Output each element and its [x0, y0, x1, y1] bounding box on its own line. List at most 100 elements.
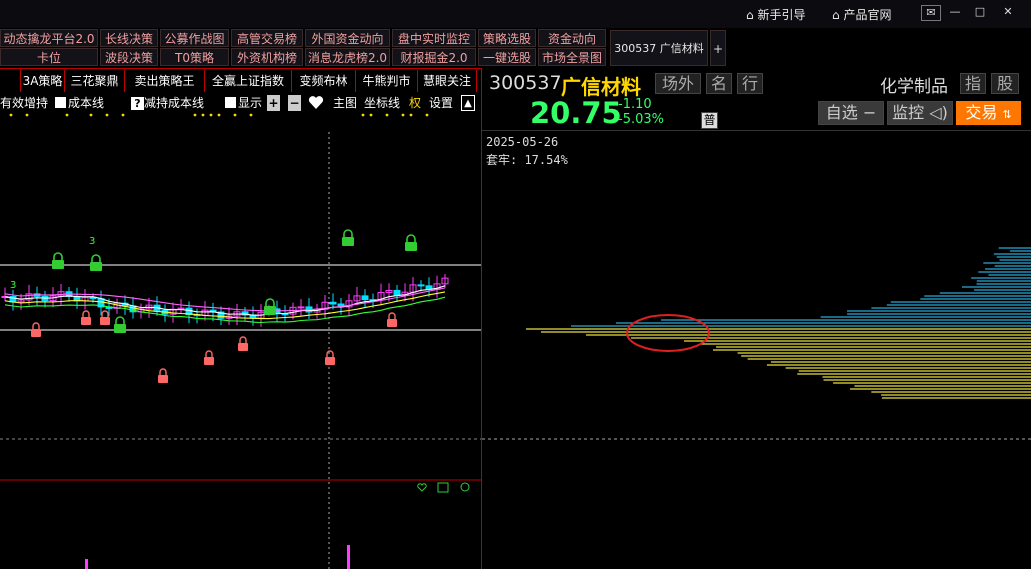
toolbar-button[interactable]: 卡位 — [0, 48, 98, 66]
candle — [298, 307, 304, 308]
newbie-guide-link[interactable]: ⌂ 新手引导 — [746, 6, 805, 23]
index-tag[interactable]: 指 — [960, 73, 986, 94]
reduce-cost-line-option[interactable]: ? 减持成本线 — [131, 95, 204, 111]
toolbar-button[interactable]: 资金动向 — [538, 29, 606, 47]
show-checkbox[interactable]: 显示 — [225, 95, 263, 111]
toolbar-button[interactable]: 高管交易榜 — [231, 29, 303, 47]
lock-icon — [325, 357, 335, 365]
speaker-icon: ◁) — [929, 103, 948, 122]
watchlist-button[interactable]: 自选 − — [818, 101, 884, 125]
maximize-button[interactable]: □ — [970, 5, 990, 21]
name-tag[interactable]: 名 — [706, 73, 732, 94]
main-chart-button[interactable]: 主图 — [333, 95, 357, 111]
zoom-out-button[interactable]: − — [288, 95, 301, 111]
strategy-tab[interactable]: 变频布林 — [292, 70, 356, 92]
toolbar-button[interactable]: 一键选股 — [478, 48, 536, 66]
lock-icon — [204, 357, 214, 365]
lock-icon — [31, 329, 41, 337]
toolbar-button[interactable]: 策略选股 — [478, 29, 536, 47]
strategy-tab[interactable]: 牛熊判市 — [356, 70, 418, 92]
strategy-tab[interactable]: 3A策略 — [21, 70, 65, 92]
signal-dot — [202, 114, 205, 117]
lock-icon — [83, 311, 89, 317]
toolbar-button[interactable]: 波段决策 — [100, 48, 158, 66]
strategy-tab[interactable]: 慧眼关注 — [418, 70, 477, 92]
help-icon: ? — [131, 97, 144, 110]
candle — [330, 302, 336, 304]
toolbar-button[interactable]: 盘中实时监控 — [392, 29, 476, 47]
signal-dot — [426, 114, 429, 117]
otc-tag[interactable]: 场外 — [655, 73, 701, 94]
coord-line-button[interactable]: 坐标线 — [364, 95, 400, 111]
heart-icon[interactable] — [308, 95, 324, 111]
add-tab-button[interactable]: + — [710, 30, 726, 66]
lock-icon — [54, 253, 62, 260]
toolbar-button[interactable]: 市场全景图 — [538, 48, 606, 66]
lock-icon — [405, 242, 417, 251]
signal-dot — [386, 114, 389, 117]
kline-chart: 33 — [0, 112, 481, 569]
toolbar-button[interactable]: 外国资金动向 — [305, 29, 390, 47]
zoom-in-button[interactable]: + — [267, 95, 280, 111]
divider — [0, 68, 481, 69]
watchlist-label: 自选 — [826, 103, 858, 122]
newbie-guide-label: 新手引导 — [757, 8, 805, 22]
lock-icon — [342, 237, 354, 246]
toolbar-button[interactable]: 公募作战图 — [160, 29, 229, 47]
current-price: 20.75 — [530, 96, 622, 130]
zoom-icon — [461, 483, 469, 491]
lock-icon — [92, 255, 100, 262]
effective-increase-option[interactable]: 有效增持 — [0, 95, 48, 111]
strategy-tab[interactable]: 卖出策略王 — [125, 70, 205, 92]
signal-marker: 3 — [89, 236, 95, 247]
collapse-button[interactable]: ▲ — [461, 95, 475, 111]
mail-icon[interactable]: ✉ — [921, 5, 941, 21]
lock-icon — [116, 317, 124, 324]
signal-dot — [26, 114, 29, 117]
toolbar-button[interactable]: 消息龙虎榜2.0 — [305, 48, 390, 66]
signal-dot — [90, 114, 93, 117]
signal-dot — [66, 114, 69, 117]
chip-trapped-ratio: 套牢: 17.54% — [486, 151, 568, 168]
monitor-button[interactable]: 监控 ◁) — [887, 101, 953, 125]
stock-tag[interactable]: 股 — [991, 73, 1019, 94]
lock-icon — [81, 317, 91, 325]
lock-icon — [327, 351, 333, 357]
trade-arrow-icon: ⇅ — [1002, 108, 1011, 121]
toolbar-button[interactable]: T0策略 — [160, 48, 229, 66]
lock-icon — [264, 306, 276, 315]
home-icon: ⌂ — [746, 8, 754, 22]
candle — [394, 290, 400, 294]
volume-bar — [85, 559, 88, 569]
signal-dot — [10, 114, 13, 117]
toolbar-button[interactable]: 动态擒龙平台2.0 — [0, 29, 98, 47]
close-button[interactable]: ✕ — [998, 5, 1018, 21]
signal-dot — [210, 114, 213, 117]
lock-icon — [33, 323, 39, 329]
signal-dot — [218, 114, 221, 117]
toolbar-button[interactable]: 外资机构榜 — [231, 48, 303, 66]
tab-left-stub[interactable] — [0, 70, 21, 92]
signal-dot — [370, 114, 373, 117]
lock-icon — [114, 324, 126, 333]
reduce-cost-line-label: 减持成本线 — [144, 96, 204, 110]
industry-label: 化学制品 — [880, 72, 948, 97]
rights-button[interactable]: 权 — [409, 95, 421, 111]
toolbar-button[interactable]: 长线决策 — [100, 29, 158, 47]
trade-button[interactable]: 交易 ⇅ — [956, 101, 1021, 125]
toolbar-button[interactable]: 财报掘金2.0 — [392, 48, 476, 66]
minus-icon: − — [863, 103, 876, 122]
cost-line-label: 成本线 — [68, 96, 104, 110]
signal-dot — [402, 114, 405, 117]
minimize-button[interactable]: — — [945, 5, 965, 21]
cost-line-checkbox[interactable]: 成本线 — [55, 95, 104, 111]
strategy-tab[interactable]: 全赢上证指数 — [205, 70, 292, 92]
signal-dot — [410, 114, 413, 117]
tab-stock-300537[interactable]: 300537 广信材料 — [610, 30, 708, 66]
lock-icon — [52, 260, 64, 269]
settings-button[interactable]: 设置 — [429, 95, 453, 111]
strategy-tab[interactable]: 三花聚鼎 — [65, 70, 125, 92]
product-site-link[interactable]: ⌂ 产品官网 — [832, 6, 891, 23]
industry-tag[interactable]: 行 — [737, 73, 763, 94]
lock-icon — [238, 343, 248, 351]
